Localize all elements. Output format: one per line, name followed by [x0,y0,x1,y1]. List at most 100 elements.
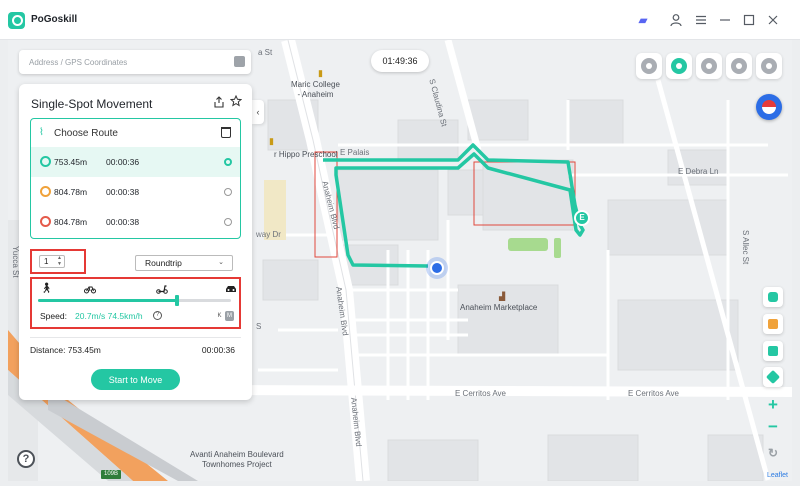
maximize-icon[interactable] [742,13,756,27]
app-logo-icon [8,12,25,29]
current-location-marker[interactable] [426,257,448,279]
scooter-icon[interactable] [156,284,168,294]
loop-count-highlight: 1 ▲ ▼ [30,249,86,274]
route-color-icon [40,186,51,197]
zoom-in-button[interactable]: + [762,395,784,415]
end-point-marker[interactable]: E [574,210,590,226]
route-distance: 804.78m [54,217,88,227]
favorites-tool-button[interactable] [763,341,783,361]
reset-icon[interactable]: ↻ [762,443,784,463]
joystick-icon [731,58,747,74]
map-label-e-debra: E Debra Ln [678,167,719,176]
choose-route-label: Choose Route [54,128,118,139]
locate-tool-button[interactable] [763,367,783,387]
minimize-icon[interactable] [718,13,732,27]
speed-label: Speed: [40,311,67,321]
device-tool-button[interactable] [763,287,783,307]
unit-k-button[interactable]: K [215,311,224,321]
route-mode-select[interactable]: Roundtrip ⌄ [135,255,233,271]
trash-icon[interactable] [221,127,231,138]
speed-help-icon[interactable]: ? [153,311,162,320]
single-spot-mode-button[interactable] [666,53,692,79]
multi-spot-icon [701,58,717,74]
close-icon[interactable] [766,13,780,27]
multi-spot-mode-button[interactable] [696,53,722,79]
map-label-way-dr: way Dr [256,230,281,239]
loop-count-stepper[interactable]: 1 ▲ ▼ [39,255,65,268]
divider [30,337,241,338]
teleport-mode-button[interactable] [636,53,662,79]
route-color-icon [40,216,51,227]
speed-slider-fill [38,299,177,302]
map-label-avanti: Avanti Anaheim Boulevard Townhomes Proje… [190,450,284,469]
map-label-marketplace: Anaheim Marketplace [460,303,538,312]
outfit-tool-button[interactable] [763,314,783,334]
shirt-icon [768,319,778,329]
unit-m-button[interactable]: M [225,311,234,321]
route-duration: 00:00:38 [106,187,140,197]
route-radio[interactable] [224,188,232,196]
speed-slider[interactable] [38,295,231,306]
car-icon[interactable] [225,284,237,294]
joystick-mode-button[interactable] [726,53,752,79]
college-poi-icon: ▮ [318,68,323,78]
panel-title: Single-Spot Movement [31,97,153,111]
route-color-icon [40,156,51,167]
marketplace-poi-icon: ▟ [499,292,506,301]
menu-icon[interactable] [694,13,708,27]
preschool-poi-icon: ▮ [269,136,274,146]
teleport-icon [641,58,657,74]
route-distance: 804.78m [54,187,88,197]
total-duration: 00:00:36 [201,345,235,355]
search-submit-icon[interactable] [234,56,245,67]
route-option[interactable]: 804.78m 00:00:38 [31,207,240,237]
route-duration: 00:00:36 [106,157,140,167]
route-option[interactable]: 804.78m 00:00:38 [31,177,240,207]
collapse-panel-button[interactable]: ‹ [252,100,264,124]
walk-icon[interactable]: 🚶︎ [40,284,53,294]
total-distance: Distance: 753.45m [30,345,101,355]
route-duration: 00:00:38 [106,217,140,227]
road-shield-109b: 109B [101,470,121,479]
discord-icon[interactable]: ▰ [636,13,650,27]
help-icon[interactable]: ? [17,450,35,468]
map-label-a-st: a St [258,48,273,57]
share-icon[interactable] [213,96,225,108]
route-option[interactable]: 753.45m 00:00:36 [31,147,240,177]
choose-route-header: ⌇ Choose Route [31,119,240,147]
phone-icon [768,292,778,302]
bicycle-icon[interactable] [84,284,96,294]
stepper-arrows-icon[interactable]: ▲ ▼ [57,255,62,267]
user-icon[interactable] [669,13,683,27]
speed-value: 20.7m/s 74.5km/h [75,311,143,321]
start-to-move-button[interactable]: Start to Move [91,369,180,390]
map-label-e-cerritos-2: E Cerritos Ave [628,389,679,398]
map-label-s-allec: S Allec St [741,230,750,265]
map-label-e-palais: E Palais [340,148,370,157]
map-label-s: S [256,322,262,331]
route-radio[interactable] [224,218,232,226]
route-distance: 753.45m [54,157,88,167]
mode-toolbar [636,53,782,79]
search-bar [19,50,251,74]
favorite-star-icon[interactable] [229,94,243,107]
zoom-out-button[interactable]: − [762,417,784,437]
route-icon: ⌇ [39,127,44,138]
map-label-e-cerritos-1: E Cerritos Ave [455,389,506,398]
map-label-maric-college: Maric College - Anaheim [291,80,340,99]
folder-star-icon [768,346,778,356]
jump-mode-button[interactable] [756,53,782,79]
title-bar: PoGoskill ▰ [0,0,800,40]
speed-slider-thumb[interactable] [175,295,179,306]
map-label-hippo: r Hippo Preschool [274,150,338,159]
search-input[interactable] [19,50,219,74]
pokeball-button[interactable] [756,94,782,120]
jump-icon [761,58,777,74]
single-spot-icon [671,58,687,74]
movement-panel: Single-Spot Movement ⌇ Choose Route 753.… [19,84,252,400]
leaflet-attribution[interactable]: Leaflet [767,472,788,479]
route-radio[interactable] [224,158,232,166]
route-list: ⌇ Choose Route 753.45m 00:00:36 804.78m … [30,118,241,239]
loop-count-value: 1 [44,257,49,266]
speed-control-highlight: 🚶︎ Speed: 20.7m/s 74.5km/h ? K M [30,277,241,329]
